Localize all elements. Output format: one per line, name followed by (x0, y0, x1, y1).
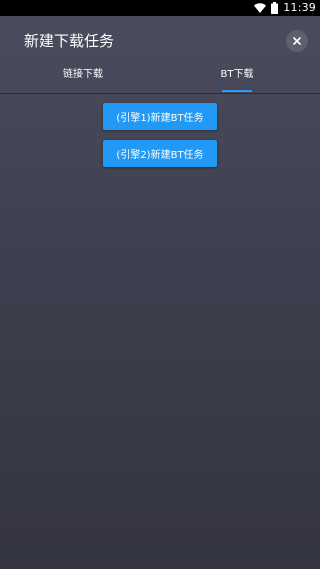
wifi-icon (254, 3, 267, 13)
new-bt-task-engine1-button[interactable]: (引擎1)新建BT任务 (103, 103, 217, 130)
page-title: 新建下载任务 (24, 32, 115, 50)
new-download-dialog: 11:39 新建下载任务 链接下载 BT下载 (引擎1)新建BT任务 (引擎2)… (0, 0, 320, 569)
tab-bt-download-label: BT下载 (220, 69, 254, 80)
tab-bar: 链接下载 BT下载 (0, 66, 320, 94)
tab-selected-indicator (222, 90, 252, 92)
new-bt-task-engine2-button[interactable]: (引擎2)新建BT任务 (103, 140, 217, 167)
battery-icon (271, 2, 279, 14)
tab-link-download[interactable]: 链接下载 (48, 66, 118, 93)
close-button[interactable] (286, 30, 308, 52)
status-icons: 11:39 (254, 1, 316, 15)
tab-link-download-label: 链接下载 (63, 69, 103, 80)
close-icon (293, 37, 301, 45)
status-time: 11:39 (283, 1, 316, 14)
tab-bt-download[interactable]: BT下载 (203, 66, 271, 93)
dialog-header: 新建下载任务 (0, 16, 320, 66)
status-bar: 11:39 (0, 0, 320, 16)
